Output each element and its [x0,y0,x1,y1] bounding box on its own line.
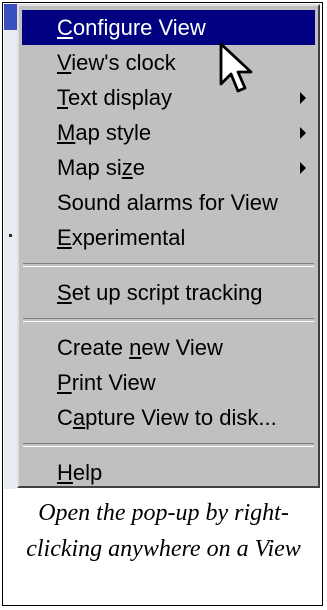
menu-item-label: Help [57,460,103,485]
title-bar-fragment [4,4,17,30]
menu-item-script-tracking[interactable]: Set up script tracking [19,275,318,310]
menu-item-help[interactable]: Help [19,455,318,490]
menu-item-create-new-view[interactable]: Create new View [19,330,318,365]
menu-item-map-style[interactable]: Map style [19,115,318,150]
menu-item-experimental[interactable]: Experimental [19,220,318,255]
submenu-arrow-icon [300,92,306,104]
menu-item-map-size[interactable]: Map size [19,150,318,185]
menu-item-label: Sound alarms for View [57,190,278,215]
menu-item-label: Experimental [57,225,186,250]
menu-item-label: Text display [57,85,172,110]
menu-item-sound-alarms[interactable]: Sound alarms for View [19,185,318,220]
menu-item-label: Set up script tracking [57,280,263,305]
menu-item-label: Map style [57,120,152,145]
menu-item-label: Create new View [57,335,223,360]
menu-item-capture-view[interactable]: Capture View to disk... [19,400,318,435]
figure-frame: Configure View View's clock Text display… [2,2,323,606]
menu-item-label: Map size [57,155,146,180]
context-menu: Configure View View's clock Text display… [17,4,320,488]
menu-item-configure-view[interactable]: Configure View [22,10,315,45]
menu-item-label: Print View [57,370,156,395]
view-dot [9,234,12,237]
submenu-arrow-icon [300,162,306,174]
menu-item-text-display[interactable]: Text display [19,80,318,115]
menu-item-views-clock[interactable]: View's clock [19,45,318,80]
menu-item-label: View's clock [57,50,176,75]
menu-separator [23,443,314,447]
menu-separator [23,263,314,267]
submenu-arrow-icon [300,127,306,139]
underlying-view-strip [4,4,17,489]
menu-separator [23,318,314,322]
menu-item-print-view[interactable]: Print View [19,365,318,400]
menu-item-label: Configure View [57,15,206,40]
figure-caption: Open the pop-up by right-clicking anywhe… [26,500,301,562]
arrow-pointer-icon [219,42,253,93]
menu-item-label: Capture View to disk... [57,405,277,430]
